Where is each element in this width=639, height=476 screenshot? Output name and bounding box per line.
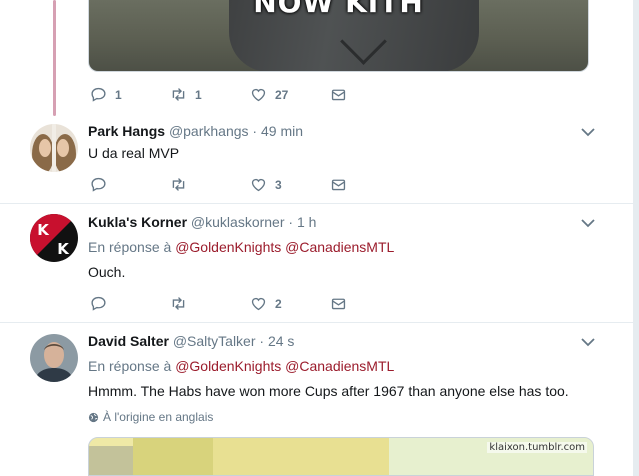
avatar-image: K K (30, 214, 78, 262)
username[interactable]: @kuklaskorner (191, 214, 285, 230)
reply-context: En réponse à @GoldenKnights @CanadiensMT… (88, 358, 394, 374)
translation-label: À l'origine en anglais (103, 410, 214, 424)
media-region (133, 438, 213, 475)
separator-dot: · (259, 333, 265, 349)
scrollbar[interactable] (633, 0, 639, 476)
avatar[interactable]: K K (30, 214, 78, 262)
heart-icon (251, 88, 266, 102)
chevron-down-icon[interactable] (580, 337, 596, 347)
tweet-header: David Salter @SaltyTalker · 24 s (88, 333, 294, 351)
reply-button[interactable]: 1 (90, 86, 122, 103)
reply-context: En réponse à @GoldenKnights @CanadiensMT… (88, 239, 394, 255)
display-name[interactable]: Park Hangs (88, 123, 165, 139)
tweet-header: Kukla's Korner @kuklaskorner · 1 h (88, 214, 316, 232)
envelope-icon (331, 89, 346, 101)
tweet-media-image[interactable]: klaixon.tumblr.com (88, 437, 594, 476)
avatar[interactable] (30, 334, 78, 382)
like-button[interactable]: 27 (250, 86, 288, 103)
tweet-text: Ouch. (88, 264, 126, 280)
svg-text:K: K (57, 240, 70, 258)
like-count: 3 (275, 177, 282, 192)
separator-dot: · (252, 123, 258, 139)
avatar[interactable] (30, 124, 78, 172)
tweet-divider (0, 322, 633, 323)
retweet-button[interactable]: 1 (170, 86, 202, 103)
chevron-down-icon[interactable] (580, 127, 596, 137)
avatar-image (30, 334, 78, 382)
tweet-actions: 3 (88, 176, 368, 196)
tweet-actions: 1 1 27 (88, 86, 368, 106)
reply-icon (91, 87, 106, 102)
tweet-actions: 2 (88, 295, 368, 315)
reply-button[interactable] (90, 295, 115, 312)
retweet-icon (172, 88, 185, 101)
retweet-count: 1 (195, 87, 202, 102)
mention-link[interactable]: @CanadiensMTL (285, 358, 394, 374)
mention-link[interactable]: @GoldenKnights (175, 358, 281, 374)
timestamp[interactable]: 1 h (297, 214, 316, 230)
timestamp[interactable]: 49 min (261, 123, 303, 139)
chevron-down-icon[interactable] (580, 218, 596, 228)
retweet-button[interactable] (170, 295, 195, 312)
display-name[interactable]: David Salter (88, 333, 169, 349)
reply-count: 1 (115, 87, 122, 102)
envelope-icon (331, 298, 346, 310)
avatar-image (30, 124, 78, 172)
heart-icon (251, 178, 266, 192)
envelope-icon (331, 179, 346, 191)
username[interactable]: @parkhangs (169, 123, 249, 139)
like-button[interactable]: 2 (250, 295, 282, 312)
globe-icon (88, 412, 99, 422)
mention-link[interactable]: @GoldenKnights (175, 239, 281, 255)
mention-link[interactable]: @CanadiensMTL (285, 239, 394, 255)
tweet-header: Park Hangs @parkhangs · 49 min (88, 123, 303, 141)
media-watermark: klaixon.tumblr.com (487, 442, 587, 453)
reply-icon (91, 177, 106, 192)
username[interactable]: @SaltyTalker (173, 333, 256, 349)
direct-message-button[interactable] (330, 86, 347, 103)
separator-dot: · (288, 214, 294, 230)
translation-notice[interactable]: À l'origine en anglais (88, 410, 213, 424)
media-region (89, 446, 133, 475)
like-button[interactable]: 3 (250, 176, 282, 193)
retweet-icon (172, 297, 185, 310)
like-count: 27 (275, 87, 289, 102)
tweet-media-image[interactable]: NOW KITH (88, 0, 589, 72)
direct-message-button[interactable] (330, 176, 347, 193)
retweet-button[interactable] (170, 176, 195, 193)
thread-connector-line (53, 0, 56, 116)
like-count: 2 (275, 296, 282, 311)
tweet-divider (0, 203, 633, 204)
svg-text:K: K (37, 221, 50, 239)
reply-button[interactable] (90, 176, 115, 193)
reply-prefix: En réponse à (88, 239, 172, 255)
reply-icon (91, 296, 106, 311)
tweet-text: Hmmm. The Habs have won more Cups after … (88, 383, 569, 399)
tweet-text: U da real MVP (88, 145, 180, 161)
direct-message-button[interactable] (330, 295, 347, 312)
timestamp[interactable]: 24 s (268, 333, 294, 349)
media-caption: NOW KITH (253, 0, 424, 19)
reply-prefix: En réponse à (88, 358, 172, 374)
display-name[interactable]: Kukla's Korner (88, 214, 187, 230)
heart-icon (251, 297, 266, 311)
retweet-icon (172, 178, 185, 191)
